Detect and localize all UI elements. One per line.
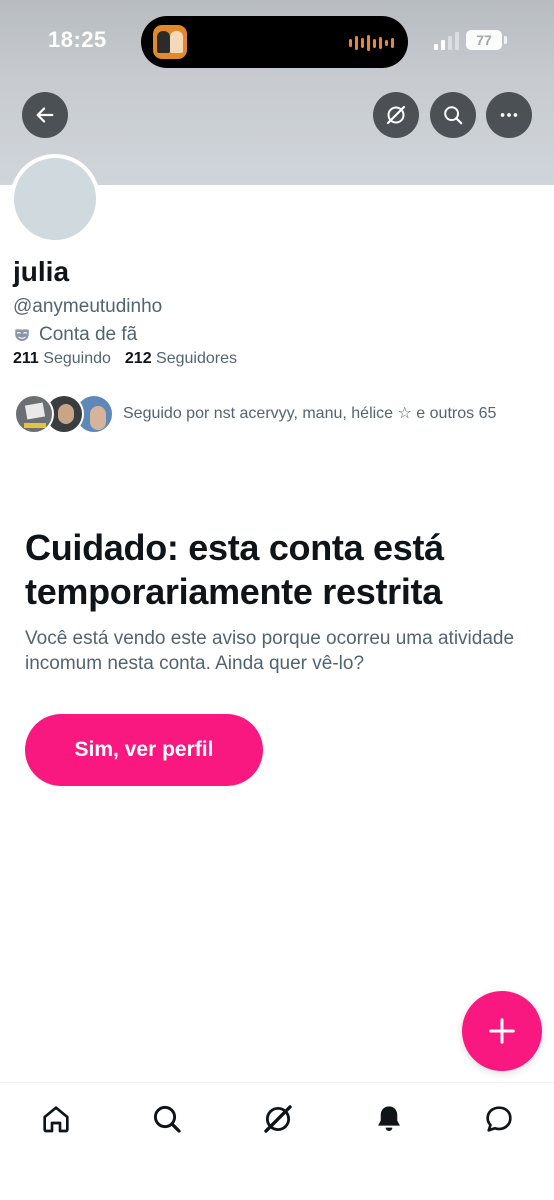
fan-account-badge: Conta de fã [13,324,137,346]
plus-icon [489,1018,515,1044]
notifications-bell-icon [378,1106,400,1131]
audio-waveform-icon [349,35,394,51]
fan-account-label: Conta de fã [39,324,138,345]
followed-by-avatars[interactable] [14,394,114,436]
grok-button[interactable] [373,92,419,138]
battery-icon: 77 [466,30,502,50]
fan-mask-icon [15,329,29,341]
grok-icon [386,105,406,125]
battery-level: 77 [476,32,492,48]
cellular-signal-icon [434,32,459,50]
dynamic-island[interactable] [141,16,408,68]
messages-icon [486,1106,512,1132]
followers-label: Seguidores [156,350,237,367]
followed-by-text[interactable]: Seguido por nst acervyy, manu, hélice ☆ … [123,403,496,423]
search-icon [444,106,463,125]
arrow-left-icon [36,107,54,123]
back-button[interactable] [22,92,68,138]
nav-home[interactable] [36,1099,76,1139]
nav-grok[interactable] [258,1099,298,1139]
bottom-navigation [0,1082,554,1200]
nav-messages[interactable] [479,1099,519,1139]
nav-notifications[interactable] [369,1099,409,1139]
profile-name: julia [13,256,70,287]
now-playing-app-icon [153,25,187,59]
compose-button[interactable] [462,991,542,1071]
search-button[interactable] [430,92,476,138]
following-label: Seguindo [43,350,111,367]
view-profile-button[interactable]: Sim, ver perfil [25,714,263,786]
profile-handle: @anymeutudinho [13,296,163,317]
followers-link[interactable]: 212 Seguidores [125,350,237,368]
follow-stats: 211 Seguindo 212 Seguidores [13,350,237,368]
battery-tip [504,36,507,44]
more-icon [500,113,518,117]
more-button[interactable] [486,92,532,138]
following-count: 211 [13,350,39,367]
search-icon [153,1105,181,1133]
restriction-title: Cuidado: esta conta está temporariamente… [25,527,444,612]
grok-icon [264,1105,292,1133]
avatar[interactable] [10,154,100,244]
following-link[interactable]: 211 Seguindo [13,350,111,368]
home-icon [43,1106,69,1133]
followers-count: 212 [124,350,152,367]
follower-avatar [14,394,54,434]
nav-search[interactable] [147,1099,187,1139]
restriction-description: Você está vendo este aviso porque ocorre… [25,628,515,674]
status-time: 18:25 [48,27,107,52]
